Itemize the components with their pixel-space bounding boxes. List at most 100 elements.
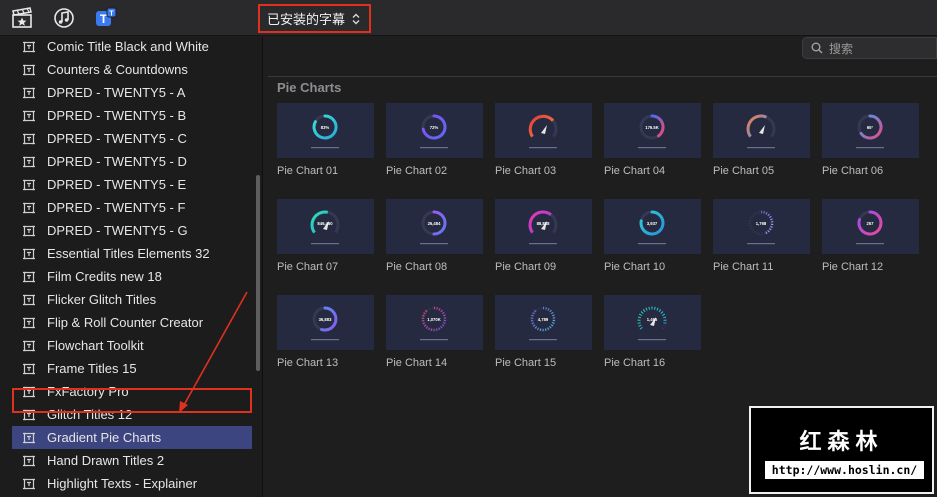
template-thumbnail[interactable]: 65° bbox=[822, 103, 919, 158]
sidebar-item[interactable]: Flicker Glitch Titles bbox=[0, 288, 252, 311]
thumbnail-label: Pie Chart 12 bbox=[822, 261, 884, 273]
sidebar-item[interactable]: Counters & Countdowns bbox=[0, 58, 252, 81]
sidebar-item[interactable]: Highlight Texts - Explainer bbox=[0, 472, 252, 495]
title-frame-icon bbox=[23, 202, 35, 214]
sidebar-item[interactable]: DPRED - TWENTY5 - C bbox=[0, 127, 252, 150]
sidebar-item[interactable]: Flowchart Toolkit bbox=[0, 334, 252, 357]
template-thumbnail-cell[interactable]: 4,789 Pie Chart 15 bbox=[495, 295, 593, 369]
sidebar-item-label: Frame Titles 15 bbox=[47, 361, 137, 376]
pie-chart-preview-icon: 88,888 bbox=[528, 210, 558, 245]
search-field[interactable]: 搜索 bbox=[802, 37, 937, 59]
template-thumbnail[interactable]: 1,465 bbox=[604, 295, 701, 350]
sidebar-item[interactable]: DPRED - TWENTY5 - D bbox=[0, 150, 252, 173]
preview-value: 176.5K bbox=[645, 125, 659, 130]
top-toolbar: T T 已安装的字幕 bbox=[0, 0, 937, 36]
title-frame-icon bbox=[23, 133, 35, 145]
sidebar-item[interactable]: Essential Titles Elements 32 bbox=[0, 242, 252, 265]
pie-chart-preview-icon: 1,465 bbox=[637, 306, 667, 341]
clapperboard-star-icon[interactable] bbox=[11, 7, 33, 29]
title-frame-icon bbox=[23, 478, 35, 490]
music-note-icon[interactable] bbox=[53, 7, 75, 29]
template-thumbnail-cell[interactable]: 26,484 Pie Chart 08 bbox=[386, 199, 484, 273]
dropdown-label: 已安装的字幕 bbox=[267, 12, 346, 27]
sidebar-item[interactable]: Flip & Roll Counter Creator bbox=[0, 311, 252, 334]
sidebar-item[interactable]: DPRED - TWENTY5 - E bbox=[0, 173, 252, 196]
title-frame-icon bbox=[23, 248, 35, 260]
title-frame-icon bbox=[23, 432, 35, 444]
thumbnail-label: Pie Chart 16 bbox=[604, 357, 666, 369]
template-thumbnail-cell[interactable]: 65° Pie Chart 06 bbox=[822, 103, 920, 177]
sidebar-item[interactable]: Comic Title Black and White bbox=[0, 37, 252, 58]
template-thumbnail-cell[interactable]: Pie Chart 05 bbox=[713, 103, 811, 177]
template-thumbnail-cell[interactable]: 257 Pie Chart 12 bbox=[822, 199, 920, 273]
chevron-updown-icon bbox=[352, 13, 360, 24]
installed-titles-dropdown[interactable]: 已安装的字幕 bbox=[258, 4, 371, 33]
sidebar-item-label: Gradient Pie Charts bbox=[47, 430, 162, 445]
template-thumbnail[interactable]: 72% bbox=[386, 103, 483, 158]
template-thumbnail[interactable]: 36,883 bbox=[277, 295, 374, 350]
preview-value: 4,789 bbox=[538, 317, 549, 322]
template-thumbnail[interactable]: 88,888 bbox=[495, 199, 592, 254]
template-thumbnail-cell[interactable]: Pie Chart 03 bbox=[495, 103, 593, 177]
sidebar-item[interactable]: DPRED - TWENTY5 - A bbox=[0, 81, 252, 104]
preview-value: 88,888 bbox=[537, 221, 550, 226]
template-thumbnail-cell[interactable]: 1,070K Pie Chart 14 bbox=[386, 295, 484, 369]
template-thumbnail-cell[interactable]: 88,888 Pie Chart 09 bbox=[495, 199, 593, 273]
template-thumbnail-cell[interactable]: 176.5K Pie Chart 04 bbox=[604, 103, 702, 177]
sidebar-item[interactable]: Glitch Titles 12 bbox=[0, 403, 252, 426]
title-frame-icon bbox=[23, 294, 35, 306]
template-thumbnail[interactable]: 176.5K bbox=[604, 103, 701, 158]
sidebar-item-label: DPRED - TWENTY5 - E bbox=[47, 177, 187, 192]
title-frame-icon bbox=[23, 271, 35, 283]
template-thumbnail[interactable]: 257 bbox=[822, 199, 919, 254]
title-frame-icon bbox=[23, 87, 35, 99]
sidebar-item[interactable]: Frame Titles 15 bbox=[0, 357, 252, 380]
template-thumbnail-cell[interactable]: 36,883 Pie Chart 13 bbox=[277, 295, 375, 369]
template-thumbnail-cell[interactable]: 846,460 Pie Chart 07 bbox=[277, 199, 375, 273]
template-thumbnail[interactable]: 26,484 bbox=[386, 199, 483, 254]
sidebar-item-label: DPRED - TWENTY5 - G bbox=[47, 223, 188, 238]
sidebar-item-label: Flowchart Toolkit bbox=[47, 338, 144, 353]
sidebar-item-label: DPRED - TWENTY5 - C bbox=[47, 131, 187, 146]
pie-chart-preview-icon: 72% bbox=[420, 114, 448, 149]
titles-icon[interactable]: T T bbox=[95, 7, 117, 29]
template-thumbnail[interactable] bbox=[495, 103, 592, 158]
sidebar-item[interactable]: DPRED - TWENTY5 - B bbox=[0, 104, 252, 127]
thumbnail-label: Pie Chart 09 bbox=[495, 261, 557, 273]
template-thumbnail[interactable]: 1,768 bbox=[713, 199, 810, 254]
title-frame-icon bbox=[23, 110, 35, 122]
sidebar-item[interactable]: DPRED - TWENTY5 - G bbox=[0, 219, 252, 242]
thumbnail-label: Pie Chart 07 bbox=[277, 261, 339, 273]
watermark-title: 红森林 bbox=[799, 430, 884, 455]
sidebar-item[interactable]: Film Credits new 18 bbox=[0, 265, 252, 288]
sidebar-item[interactable]: Hand Drawn Titles 2 bbox=[0, 449, 252, 472]
thumbnail-label: Pie Chart 11 bbox=[713, 261, 774, 273]
template-thumbnail[interactable] bbox=[713, 103, 810, 158]
preview-value: 72% bbox=[430, 125, 439, 130]
pie-chart-preview-icon: 1,070K bbox=[420, 306, 448, 341]
template-thumbnail[interactable]: 83% bbox=[277, 103, 374, 158]
template-thumbnail[interactable]: 3,937 bbox=[604, 199, 701, 254]
template-thumbnail[interactable]: 846,460 bbox=[277, 199, 374, 254]
sidebar-item-label: DPRED - TWENTY5 - A bbox=[47, 85, 186, 100]
pie-chart-preview-icon: 26,484 bbox=[420, 210, 448, 245]
sidebar-scrollbar[interactable] bbox=[256, 175, 260, 371]
thumbnail-label: Pie Chart 06 bbox=[822, 165, 884, 177]
template-thumbnail[interactable]: 4,789 bbox=[495, 295, 592, 350]
preview-value: 65° bbox=[867, 125, 874, 130]
title-frame-icon bbox=[23, 64, 35, 76]
template-thumbnail[interactable]: 1,070K bbox=[386, 295, 483, 350]
template-thumbnail-cell[interactable]: 1,768 Pie Chart 11 bbox=[713, 199, 811, 273]
template-thumbnail-cell[interactable]: 1,465 Pie Chart 16 bbox=[604, 295, 702, 369]
title-frame-icon bbox=[23, 156, 35, 168]
thumbnail-label: Pie Chart 10 bbox=[604, 261, 666, 273]
template-thumbnail-cell[interactable]: 83% Pie Chart 01 bbox=[277, 103, 375, 177]
sidebar-item[interactable]: DPRED - TWENTY5 - F bbox=[0, 196, 252, 219]
template-thumbnail-cell[interactable]: 72% Pie Chart 02 bbox=[386, 103, 484, 177]
sidebar-item-label: Glitch Titles 12 bbox=[47, 407, 133, 422]
template-thumbnail-cell[interactable]: 3,937 Pie Chart 10 bbox=[604, 199, 702, 273]
sidebar-item-label: Counters & Countdowns bbox=[47, 62, 188, 77]
sidebar-item[interactable]: FxFactory Pro bbox=[0, 380, 252, 403]
title-frame-icon bbox=[23, 386, 35, 398]
sidebar-item-selected[interactable]: Gradient Pie Charts bbox=[12, 426, 252, 449]
